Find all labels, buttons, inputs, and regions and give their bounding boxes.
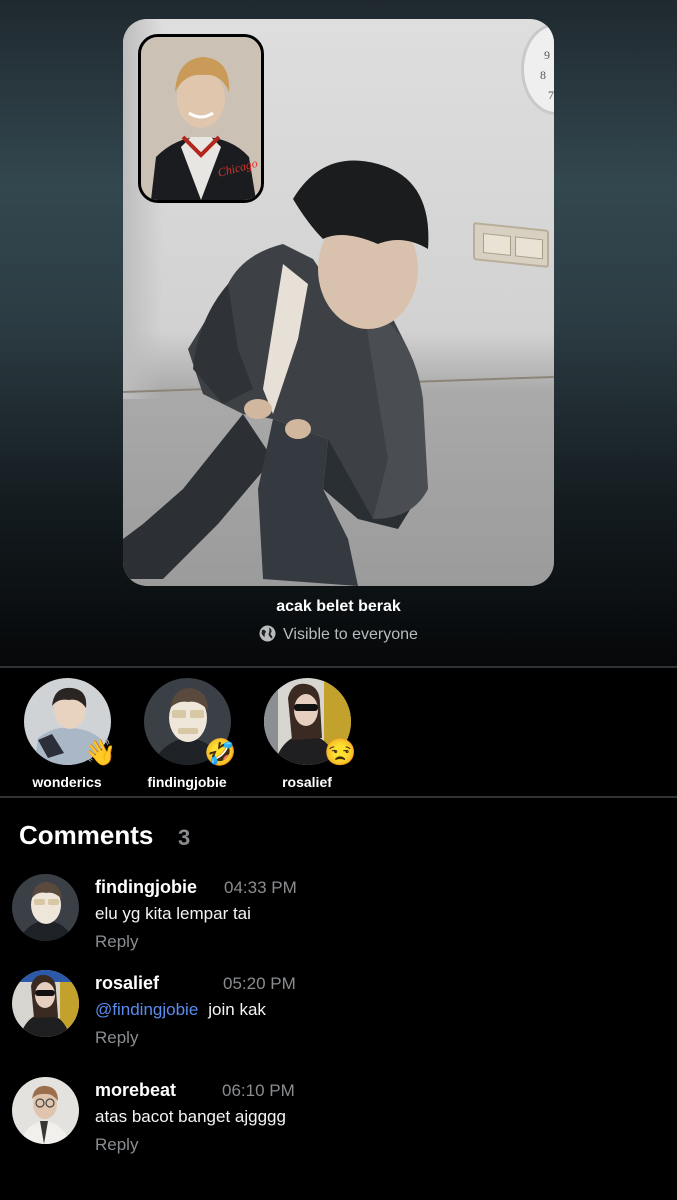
post-header-area: 9 8 7 Chicago acak belet berak Visible t…: [0, 0, 677, 666]
reaction-username[interactable]: rosalief: [252, 774, 362, 790]
reaction-item[interactable]: 😒 rosalief: [252, 678, 362, 790]
comment-body: atas bacot banget ajgggg: [95, 1107, 286, 1126]
front-camera-thumbnail[interactable]: Chicago: [138, 34, 264, 203]
comment-item: findingjobie 04:33 PM elu yg kita lempar…: [0, 874, 677, 964]
comment-item: rosalief 05:20 PM @findingjobie join kak …: [0, 970, 677, 1060]
reply-button[interactable]: Reply: [95, 932, 138, 952]
avatar[interactable]: [12, 970, 79, 1037]
comments-count: 3: [178, 825, 191, 850]
avatar[interactable]: 🤣: [143, 678, 237, 767]
comment-username[interactable]: findingjobie: [95, 877, 197, 898]
divider: [0, 796, 677, 798]
reaction-username[interactable]: findingjobie: [132, 774, 242, 790]
divider: [0, 666, 677, 668]
reply-button[interactable]: Reply: [95, 1028, 138, 1048]
comment-username[interactable]: rosalief: [95, 973, 159, 994]
visibility-status[interactable]: Visible to everyone: [0, 625, 677, 644]
comment-text: @findingjobie join kak: [95, 1000, 266, 1020]
comment-timestamp: 04:33 PM: [224, 878, 297, 897]
reaction-item[interactable]: 🤣 findingjobie: [132, 678, 242, 790]
reaction-item[interactable]: 👋 wonderics: [12, 678, 122, 790]
reaction-username[interactable]: wonderics: [12, 774, 122, 790]
reaction-emoji: 🤣: [204, 737, 237, 767]
comment-item: morebeat 06:10 PM atas bacot banget ajgg…: [0, 1077, 677, 1167]
comment-mention[interactable]: @findingjobie: [95, 1000, 198, 1019]
comment-text: atas bacot banget ajgggg: [95, 1107, 286, 1127]
avatar[interactable]: [12, 874, 79, 941]
comment-username[interactable]: morebeat: [95, 1080, 176, 1101]
comments-title: Comments: [19, 820, 154, 850]
comment-timestamp: 06:10 PM: [222, 1081, 295, 1100]
avatar[interactable]: 👋: [23, 678, 117, 767]
reaction-emoji: 😒: [324, 737, 357, 767]
post-caption: acak belet berak: [276, 598, 401, 615]
comment-text: elu yg kita lempar tai: [95, 904, 251, 924]
comment-body: join kak: [208, 1000, 266, 1019]
avatar[interactable]: [12, 1077, 79, 1144]
comment-timestamp: 05:20 PM: [223, 974, 296, 993]
reaction-emoji: 👋: [84, 737, 117, 767]
visibility-label: Visible to everyone: [283, 626, 418, 643]
comment-body: elu yg kita lempar tai: [95, 904, 251, 923]
reply-button[interactable]: Reply: [95, 1135, 138, 1155]
avatar[interactable]: 😒: [263, 678, 357, 767]
globe-icon: [259, 625, 276, 642]
